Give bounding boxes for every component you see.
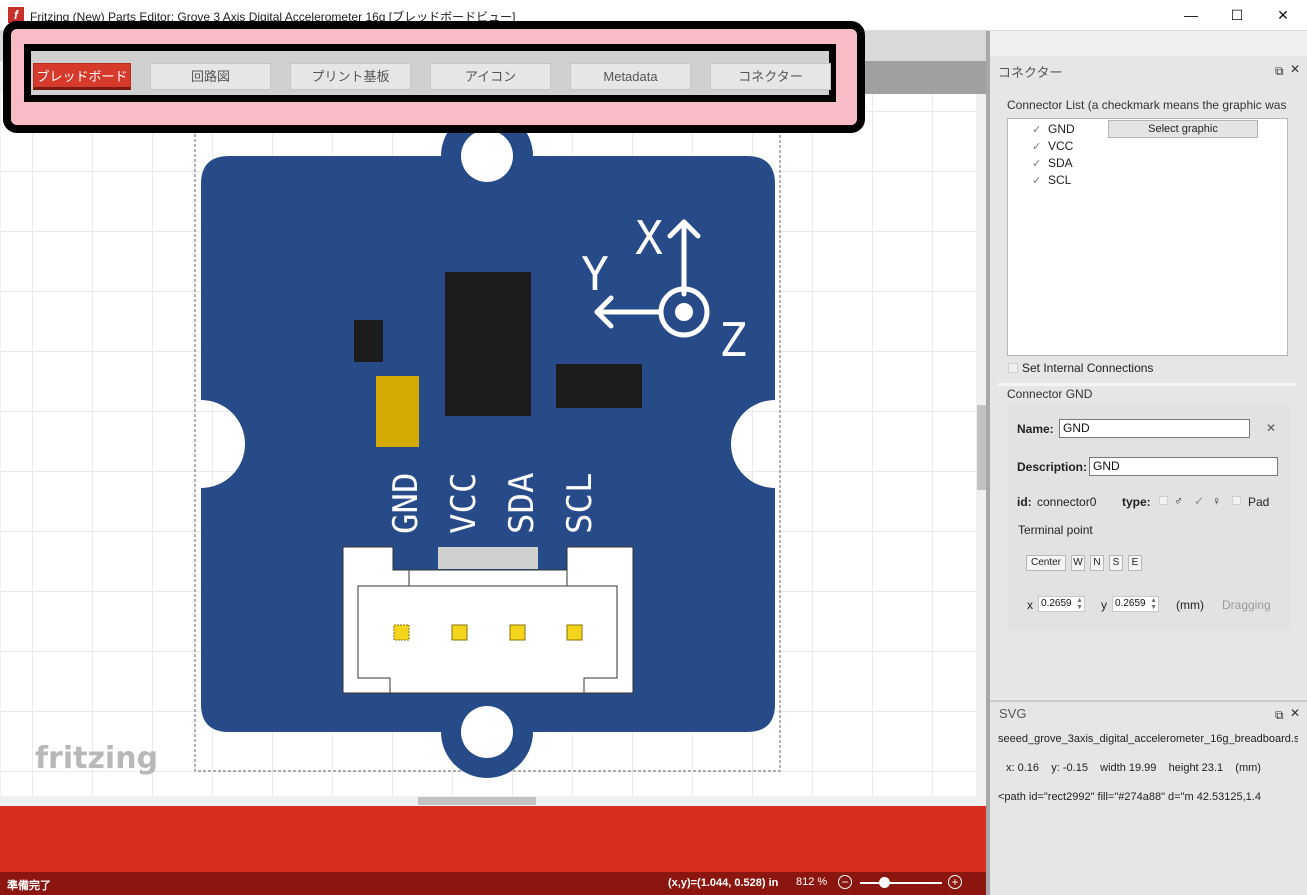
tab-breadboard[interactable]: ブレッドボード	[33, 63, 131, 90]
zoom-level: 812 %	[796, 876, 828, 888]
mounting-hole-top	[461, 130, 513, 182]
dragging-label: Dragging	[1222, 598, 1271, 612]
tab-pcb[interactable]: プリント基板	[290, 63, 411, 90]
name-field[interactable]: GND	[1059, 419, 1250, 438]
check-icon: ✓	[1032, 141, 1042, 153]
minimize-button[interactable]: —	[1168, 0, 1214, 30]
zoom-slider-track[interactable]	[860, 882, 942, 884]
set-internal-connections-label: Set Internal Connections	[1022, 361, 1154, 375]
tab-icon[interactable]: アイコン	[430, 63, 551, 90]
pin-label-sda: SDA	[502, 473, 542, 534]
status-ready-text: 準備完了	[7, 880, 51, 892]
y-label: y	[1101, 598, 1107, 612]
close-icon[interactable]: ✕	[1290, 706, 1300, 720]
tab-schematic[interactable]: 回路図	[150, 63, 271, 90]
terminal-south-button[interactable]: S	[1109, 555, 1123, 571]
capacitor	[376, 376, 419, 447]
connector-item-sda[interactable]: SDA	[1048, 156, 1073, 170]
select-graphic-button[interactable]: Select graphic	[1108, 120, 1258, 138]
connector-top-ridge	[408, 569, 568, 587]
terminal-east-button[interactable]: E	[1128, 555, 1142, 571]
pin-label-gnd: GND	[386, 473, 426, 534]
spin-arrows-icon[interactable]: ▲ ▼	[1076, 597, 1083, 611]
connector-latch	[438, 547, 538, 569]
description-label: Description:	[1017, 460, 1088, 474]
zoom-in-icon[interactable]: +	[948, 875, 962, 889]
small-component	[354, 320, 383, 362]
pad-label: Pad	[1248, 495, 1270, 509]
type-female-check-icon[interactable]: ✓	[1194, 494, 1204, 508]
close-button[interactable]: ✕	[1260, 0, 1306, 30]
connector-pin-gnd	[393, 624, 410, 641]
name-label: Name:	[1017, 422, 1054, 436]
svg-geometry: x: 0.16 y: -0.15 width 19.99 height 23.1…	[1006, 762, 1261, 774]
id-value: connector0	[1037, 495, 1097, 509]
check-icon: ✓	[1032, 175, 1042, 187]
status-bar: 準備完了 (x,y)=(1.044, 0.528) in 812 % − +	[0, 872, 988, 895]
id-label: id:	[1017, 495, 1032, 509]
type-pad-checkbox[interactable]	[1232, 496, 1241, 505]
connector-detail-title: Connector GND	[1007, 387, 1093, 401]
divider	[998, 383, 1297, 386]
zoom-slider-handle[interactable]	[879, 877, 890, 888]
terminal-north-button[interactable]: N	[1090, 555, 1104, 571]
connector-list[interactable]: ✓ GND Select graphic ✓ VCC ✓ SDA ✓ SCL	[1007, 118, 1288, 356]
check-icon: ✓	[1032, 158, 1042, 170]
connector-pin-sda	[509, 624, 526, 641]
mounting-hole-bottom	[461, 706, 513, 758]
fritzing-watermark: fritzing	[35, 741, 158, 776]
description-field[interactable]: GND	[1089, 457, 1278, 476]
pin-label-vcc: VCC	[444, 473, 484, 534]
terminal-y-value: 0.2659	[1115, 598, 1146, 609]
breadboard-canvas[interactable]: X Y Z GND VCC SDA SCL fritzing	[1, 94, 976, 796]
terminal-point-label: Terminal point	[1018, 523, 1093, 537]
maximize-button[interactable]: ☐	[1214, 0, 1260, 30]
female-icon: ♀	[1212, 494, 1221, 508]
x-label: x	[1027, 598, 1033, 612]
footer-banner	[0, 806, 988, 872]
pin-label-scl: SCL	[560, 473, 600, 534]
tab-metadata[interactable]: Metadata	[570, 63, 691, 90]
float-icon[interactable]: ⧉	[1275, 708, 1284, 723]
set-internal-connections-checkbox[interactable]	[1008, 363, 1018, 373]
regulator-chip	[556, 364, 642, 408]
horizontal-scroll-thumb[interactable]	[418, 797, 536, 805]
connector-pin-vcc	[451, 624, 468, 641]
unit-label: (mm)	[1176, 598, 1204, 612]
connector-item-vcc[interactable]: VCC	[1048, 139, 1073, 153]
terminal-center-button[interactable]: Center	[1026, 555, 1066, 571]
part-graphic[interactable]: X Y Z GND VCC SDA SCL fritzing	[1, 94, 976, 796]
connector-item-gnd[interactable]: GND	[1048, 122, 1075, 136]
check-icon: ✓	[1032, 124, 1042, 136]
close-icon[interactable]: ✕	[1290, 62, 1300, 76]
spin-arrows-icon[interactable]: ▲ ▼	[1150, 597, 1157, 611]
terminal-x-spinbox[interactable]: 0.2659 ▲ ▼	[1038, 596, 1085, 612]
y-axis-label: Y	[581, 247, 609, 301]
type-male-checkbox[interactable]	[1159, 496, 1168, 505]
svg-filename: seeed_grove_3axis_digital_accelerometer_…	[998, 733, 1298, 745]
clear-name-icon[interactable]: ✕	[1266, 421, 1276, 435]
connector-list-label: Connector List (a checkmark means the gr…	[1007, 98, 1290, 112]
z-axis-dot	[675, 303, 693, 321]
connector-pin-scl	[566, 624, 583, 641]
svg-panel-title: SVG	[999, 706, 1027, 721]
terminal-west-button[interactable]: W	[1071, 555, 1085, 571]
z-axis-label: Z	[719, 313, 747, 367]
male-icon: ♂	[1174, 494, 1183, 508]
x-axis-label: X	[635, 211, 663, 265]
float-icon[interactable]: ⧉	[1275, 64, 1284, 79]
svg-element-source: <path id="rect2992" fill="#274a88" d="m …	[998, 791, 1261, 803]
tab-connectors[interactable]: コネクター	[710, 63, 831, 90]
zoom-out-icon[interactable]: −	[838, 875, 852, 889]
terminal-y-spinbox[interactable]: 0.2659 ▲ ▼	[1112, 596, 1159, 612]
terminal-x-value: 0.2659	[1041, 598, 1072, 609]
cursor-coordinates: (x,y)=(1.044, 0.528) in	[668, 877, 779, 889]
connector-item-scl[interactable]: SCL	[1048, 173, 1071, 187]
type-label: type:	[1122, 495, 1151, 509]
accelerometer-chip	[445, 272, 531, 416]
connector-panel-title: コネクター	[998, 65, 1063, 80]
